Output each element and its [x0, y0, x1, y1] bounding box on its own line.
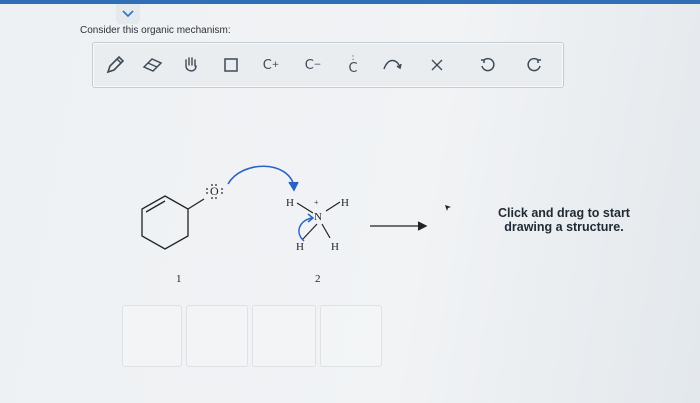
- h-bottom-right: H: [331, 241, 339, 253]
- cursor-icon: [445, 205, 451, 211]
- h-bottom-left: H: [296, 241, 304, 253]
- compound-1-number: 1: [176, 273, 182, 285]
- nitrogen-atom: N: [314, 211, 322, 223]
- compound-2-number: 2: [315, 273, 321, 285]
- nitrogen-charge: +: [314, 198, 319, 207]
- drawing-hint: Click and drag to start drawing a struct…: [498, 206, 630, 234]
- h-top-left: H: [286, 197, 294, 209]
- oxygen-atom: O: [210, 184, 219, 198]
- curved-arrow: [227, 165, 299, 192]
- h-top-right: H: [341, 197, 349, 209]
- curved-arrow-2: [298, 213, 315, 242]
- drawing-canvas[interactable]: O 1 H H N + H H 2: [0, 0, 700, 403]
- cyclohexene-ring: [141, 195, 205, 250]
- reaction-arrow: [370, 221, 428, 231]
